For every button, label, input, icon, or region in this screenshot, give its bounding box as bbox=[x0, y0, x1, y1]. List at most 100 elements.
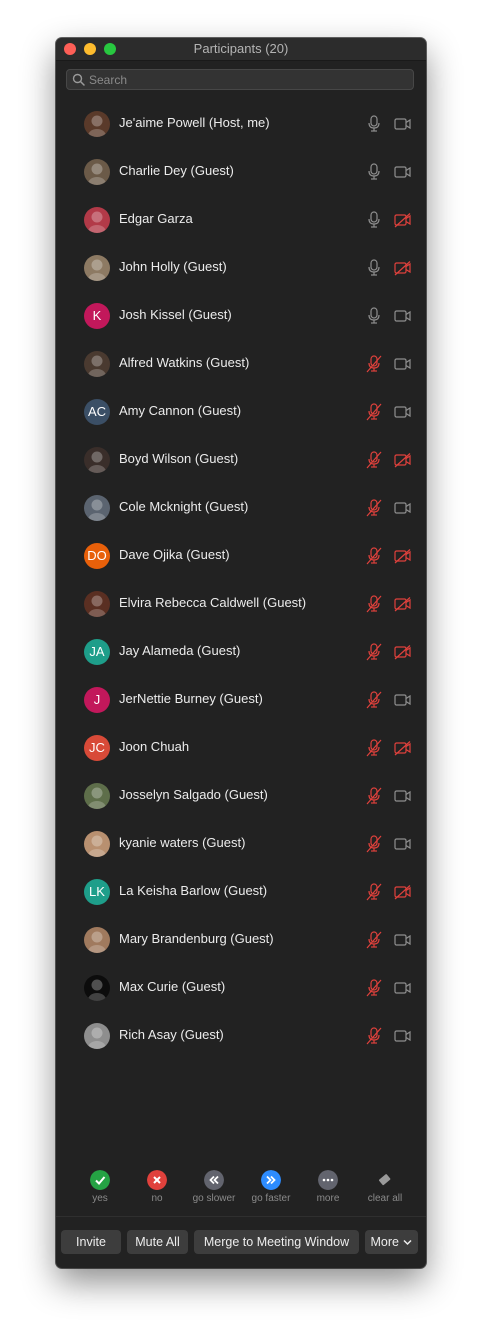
mic-muted-icon[interactable] bbox=[366, 931, 382, 949]
mic-muted-icon[interactable] bbox=[366, 835, 382, 853]
mute-all-button[interactable]: Mute All bbox=[127, 1230, 188, 1254]
participant-name: Amy Cannon (Guest) bbox=[119, 403, 242, 418]
video-icon[interactable] bbox=[394, 933, 411, 948]
participant-row[interactable]: JA Jay Alameda (Guest) bbox=[56, 628, 426, 676]
mic-muted-icon[interactable] bbox=[366, 547, 382, 565]
video-off-icon[interactable] bbox=[394, 885, 411, 900]
participant-row[interactable]: Max Curie (Guest) bbox=[56, 964, 426, 1012]
video-icon[interactable] bbox=[394, 1029, 411, 1044]
reaction-label: no bbox=[151, 1193, 163, 1204]
participant-row[interactable]: Edgar Garza bbox=[56, 196, 426, 244]
participant-row[interactable]: Charlie Dey (Guest) bbox=[56, 148, 426, 196]
merge-to-meeting-window-button[interactable]: Merge to Meeting Window bbox=[194, 1230, 359, 1254]
participant-name: Josh Kissel (Guest) bbox=[119, 307, 232, 322]
video-icon[interactable] bbox=[394, 981, 411, 996]
more-button-label: More bbox=[370, 1235, 399, 1249]
rewind-icon bbox=[204, 1170, 224, 1190]
search-box[interactable] bbox=[66, 69, 414, 90]
reaction-no[interactable]: no bbox=[129, 1170, 185, 1212]
more-button[interactable]: More bbox=[365, 1230, 418, 1254]
participant-name: kyanie waters (Guest) bbox=[119, 835, 246, 850]
avatar-photo bbox=[84, 207, 110, 233]
person-icon bbox=[88, 931, 106, 953]
participant-row[interactable]: Boyd Wilson (Guest) bbox=[56, 436, 426, 484]
video-icon[interactable] bbox=[394, 501, 411, 516]
reaction-label: yes bbox=[92, 1193, 108, 1204]
video-icon[interactable] bbox=[394, 837, 411, 852]
window-title: Participants (20) bbox=[193, 41, 289, 56]
participant-row[interactable]: DO Dave Ojika (Guest) bbox=[56, 532, 426, 580]
video-off-icon[interactable] bbox=[394, 645, 411, 660]
video-icon[interactable] bbox=[394, 405, 411, 420]
mic-muted-icon[interactable] bbox=[366, 691, 382, 709]
participant-row[interactable]: Cole Mcknight (Guest) bbox=[56, 484, 426, 532]
mic-muted-icon[interactable] bbox=[366, 595, 382, 613]
participant-row[interactable]: Alfred Watkins (Guest) bbox=[56, 340, 426, 388]
mic-muted-icon[interactable] bbox=[366, 451, 382, 469]
avatar-photo bbox=[84, 111, 110, 137]
search-icon bbox=[72, 73, 85, 86]
video-icon[interactable] bbox=[394, 693, 411, 708]
participant-row[interactable]: kyanie waters (Guest) bbox=[56, 820, 426, 868]
video-icon[interactable] bbox=[394, 789, 411, 804]
avatar: JC bbox=[84, 735, 110, 761]
search-input[interactable] bbox=[89, 71, 399, 88]
participant-row[interactable]: Josselyn Salgado (Guest) bbox=[56, 772, 426, 820]
title-bar[interactable]: Participants (20) bbox=[56, 38, 426, 61]
video-off-icon[interactable] bbox=[394, 597, 411, 612]
person-icon bbox=[88, 163, 106, 185]
participant-row[interactable]: JC Joon Chuah bbox=[56, 724, 426, 772]
check-icon bbox=[90, 1170, 110, 1190]
person-icon bbox=[88, 499, 106, 521]
video-off-icon[interactable] bbox=[394, 213, 411, 228]
participant-row[interactable]: Je'aime Powell (Host, me) bbox=[56, 100, 426, 148]
mic-muted-icon[interactable] bbox=[366, 355, 382, 373]
video-off-icon[interactable] bbox=[394, 453, 411, 468]
ellipsis-icon bbox=[318, 1170, 338, 1190]
mic-muted-icon[interactable] bbox=[366, 1027, 382, 1045]
mic-muted-icon[interactable] bbox=[366, 979, 382, 997]
video-icon[interactable] bbox=[394, 117, 411, 132]
person-icon bbox=[88, 595, 106, 617]
video-icon[interactable] bbox=[394, 165, 411, 180]
participant-row[interactable]: Rich Asay (Guest) bbox=[56, 1012, 426, 1060]
mic-icon[interactable] bbox=[366, 307, 382, 325]
reaction-clear-all[interactable]: clear all bbox=[357, 1170, 413, 1212]
mic-muted-icon[interactable] bbox=[366, 883, 382, 901]
mic-muted-icon[interactable] bbox=[366, 787, 382, 805]
video-icon[interactable] bbox=[394, 309, 411, 324]
video-icon[interactable] bbox=[394, 357, 411, 372]
reaction-go-faster[interactable]: go faster bbox=[243, 1170, 299, 1212]
mic-muted-icon[interactable] bbox=[366, 739, 382, 757]
video-off-icon[interactable] bbox=[394, 549, 411, 564]
mic-icon[interactable] bbox=[366, 115, 382, 133]
video-off-icon[interactable] bbox=[394, 741, 411, 756]
invite-button[interactable]: Invite bbox=[61, 1230, 121, 1254]
participant-name: Je'aime Powell (Host, me) bbox=[119, 115, 270, 130]
reaction-yes[interactable]: yes bbox=[72, 1170, 128, 1212]
footer-toolbar: Invite Mute All Merge to Meeting Window … bbox=[56, 1216, 426, 1268]
participant-row[interactable]: LK La Keisha Barlow (Guest) bbox=[56, 868, 426, 916]
participant-row[interactable]: John Holly (Guest) bbox=[56, 244, 426, 292]
participant-row[interactable]: J JerNettie Burney (Guest) bbox=[56, 676, 426, 724]
fast-forward-icon bbox=[261, 1170, 281, 1190]
mic-icon[interactable] bbox=[366, 163, 382, 181]
participant-name: Charlie Dey (Guest) bbox=[119, 163, 234, 178]
person-icon bbox=[88, 835, 106, 857]
reaction-go-slower[interactable]: go slower bbox=[186, 1170, 242, 1212]
chevron-down-icon bbox=[403, 1240, 413, 1246]
mic-muted-icon[interactable] bbox=[366, 403, 382, 421]
mic-muted-icon[interactable] bbox=[366, 499, 382, 517]
reaction-more[interactable]: more bbox=[300, 1170, 356, 1212]
participant-row[interactable]: K Josh Kissel (Guest) bbox=[56, 292, 426, 340]
participant-list: Je'aime Powell (Host, me) Charlie Dey (Gu… bbox=[56, 100, 426, 1060]
participant-row[interactable]: Mary Brandenburg (Guest) bbox=[56, 916, 426, 964]
participant-row[interactable]: AC Amy Cannon (Guest) bbox=[56, 388, 426, 436]
participant-row[interactable]: Elvira Rebecca Caldwell (Guest) bbox=[56, 580, 426, 628]
video-off-icon[interactable] bbox=[394, 261, 411, 276]
mic-icon[interactable] bbox=[366, 259, 382, 277]
avatar-photo bbox=[84, 255, 110, 281]
mic-icon[interactable] bbox=[366, 211, 382, 229]
mic-muted-icon[interactable] bbox=[366, 643, 382, 661]
avatar-photo bbox=[84, 351, 110, 377]
